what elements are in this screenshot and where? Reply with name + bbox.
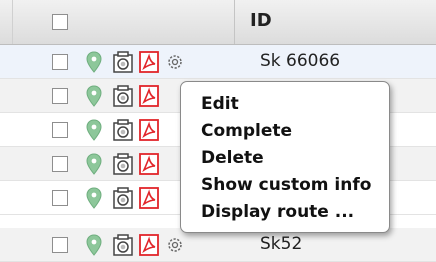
context-menu: Edit Complete Delete Show custom info Di…	[180, 81, 390, 233]
menu-item-display-route[interactable]: Display route ...	[201, 202, 354, 222]
pdf-icon[interactable]	[138, 233, 160, 257]
pdf-icon[interactable]	[138, 118, 160, 142]
camera-icon[interactable]	[112, 152, 134, 176]
table-row[interactable]: Sk52	[0, 228, 436, 262]
column-header-id[interactable]: ID	[250, 10, 272, 31]
row-id: Sk52	[260, 234, 303, 254]
row-checkbox[interactable]	[52, 156, 68, 172]
menu-item-edit[interactable]: Edit	[201, 94, 239, 114]
pdf-icon[interactable]	[138, 186, 160, 210]
menu-item-show-custom-info[interactable]: Show custom info	[201, 175, 371, 195]
map-pin-icon[interactable]	[83, 84, 105, 108]
row-id: Sk 66066	[260, 51, 341, 71]
pdf-icon[interactable]	[138, 152, 160, 176]
menu-item-complete[interactable]: Complete	[201, 121, 292, 141]
row-checkbox[interactable]	[52, 88, 68, 104]
table-row[interactable]: Sk 66066	[0, 45, 436, 79]
select-all-checkbox[interactable]	[52, 14, 68, 30]
row-checkbox[interactable]	[52, 54, 68, 70]
row-checkbox[interactable]	[52, 237, 68, 253]
camera-icon[interactable]	[112, 186, 134, 210]
camera-icon[interactable]	[112, 118, 134, 142]
grid-header: ID	[0, 0, 436, 45]
header-divider	[12, 0, 13, 44]
pdf-icon[interactable]	[138, 50, 160, 74]
map-pin-icon[interactable]	[83, 186, 105, 210]
camera-icon[interactable]	[112, 233, 134, 257]
map-pin-icon[interactable]	[83, 233, 105, 257]
camera-icon[interactable]	[112, 50, 134, 74]
pdf-icon[interactable]	[138, 84, 160, 108]
camera-icon[interactable]	[112, 84, 134, 108]
header-divider	[234, 0, 235, 44]
map-pin-icon[interactable]	[83, 152, 105, 176]
map-pin-icon[interactable]	[83, 50, 105, 74]
map-pin-icon[interactable]	[83, 118, 105, 142]
gear-icon[interactable]	[164, 233, 186, 257]
menu-item-delete[interactable]: Delete	[201, 148, 264, 168]
row-checkbox[interactable]	[52, 190, 68, 206]
row-checkbox[interactable]	[52, 122, 68, 138]
gear-icon[interactable]	[164, 50, 186, 74]
